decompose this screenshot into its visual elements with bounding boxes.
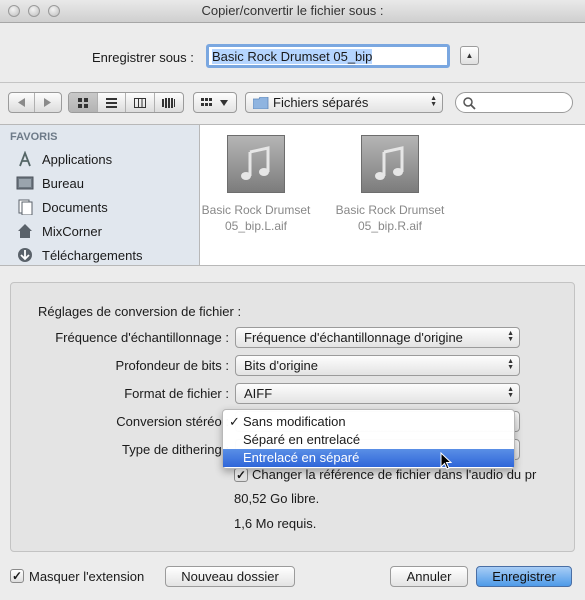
- favorites-heading: FAVORIS: [10, 131, 58, 143]
- mouse-cursor-icon: [440, 452, 452, 470]
- back-arrow-icon: [17, 98, 25, 107]
- file-name-line: 05_bip.L.aif: [224, 219, 288, 233]
- required-space-text: 1,6 Mo requis.: [234, 516, 317, 531]
- sidebar-item-label: MixCorner: [42, 223, 102, 239]
- menu-item-label: Sans modification: [243, 414, 346, 429]
- sidebar-item-telechargements[interactable]: Téléchargements: [16, 244, 142, 265]
- filename-input[interactable]: Basic Rock Drumset 05_bip: [206, 44, 450, 68]
- updown-arrows-icon: ▲ ▼: [507, 330, 514, 343]
- stereo-conversion-label: Conversion stéréo :: [116, 414, 229, 429]
- search-field[interactable]: [455, 92, 573, 113]
- coverflow-view-button[interactable]: [155, 93, 183, 112]
- checkmark-icon: ✓: [229, 414, 240, 429]
- bit-depth-popup[interactable]: Bits d'origine ▲ ▼: [235, 355, 520, 376]
- desktop-icon: [16, 176, 34, 190]
- forward-arrow-icon: [44, 98, 51, 107]
- icon-grid-icon: [77, 97, 88, 108]
- sample-rate-value: Fréquence d'échantillonnage d'origine: [244, 330, 463, 345]
- bit-depth-value: Bits d'origine: [244, 358, 319, 373]
- sidebar-item-label: Bureau: [42, 175, 84, 191]
- menu-item-label: Entrelacé en séparé: [243, 450, 360, 465]
- sidebar: FAVORIS Applications Bureau Documents Mi…: [0, 124, 200, 265]
- menu-item-sans-modification[interactable]: ✓ Sans modification: [223, 413, 514, 431]
- coverflow-icon: [162, 97, 176, 108]
- column-view-button[interactable]: [126, 93, 155, 112]
- hide-extension-checkbox[interactable]: ✓: [10, 569, 24, 583]
- menu-item-entrelace-en-separe[interactable]: Entrelacé en séparé: [223, 449, 514, 467]
- sidebar-item-documents[interactable]: Documents: [16, 196, 108, 218]
- hide-extension-label: Masquer l'extension: [29, 569, 145, 584]
- window-title: Copier/convertir le fichier sous :: [201, 3, 384, 18]
- navigation-segment: [8, 92, 62, 113]
- arrange-popup[interactable]: [193, 92, 237, 113]
- file-browser: Basic Rock Drumset 05_bip.L.aif Basic Ro…: [200, 124, 585, 265]
- home-icon: [18, 224, 32, 238]
- forward-button[interactable]: [35, 93, 61, 112]
- new-folder-button[interactable]: Nouveau dossier: [165, 566, 295, 587]
- collapse-dialog-button[interactable]: ▲: [460, 46, 479, 65]
- browser-divider: [0, 265, 585, 266]
- file-format-label: Format de fichier :: [124, 386, 229, 401]
- change-reference-label: Changer la référence de fichier dans l'a…: [252, 467, 537, 482]
- file-format-value: AIFF: [244, 386, 273, 401]
- list-icon: [105, 97, 117, 108]
- filename-value: Basic Rock Drumset 05_bip: [212, 49, 373, 64]
- title-bar: Copier/convertir le fichier sous :: [0, 0, 585, 23]
- location-popup[interactable]: Fichiers séparés ▲ ▼: [245, 92, 443, 113]
- file-name-line: Basic Rock Drumset: [201, 203, 311, 217]
- sidebar-item-bureau[interactable]: Bureau: [16, 172, 84, 194]
- free-space-text: 80,52 Go libre.: [234, 491, 320, 506]
- chevron-up-icon: ▲: [465, 51, 474, 60]
- updown-arrows-icon: ▲ ▼: [430, 95, 437, 108]
- arrange-grid-icon: [201, 98, 212, 106]
- audio-file-icon: [227, 135, 285, 193]
- sidebar-item-label: Téléchargements: [42, 247, 143, 263]
- dithering-label: Type de dithering :: [122, 442, 229, 457]
- change-reference-checkbox[interactable]: ✓: [234, 468, 248, 482]
- updown-arrows-icon: ▲ ▼: [507, 386, 514, 399]
- icon-view-button[interactable]: [69, 93, 98, 112]
- columns-icon: [133, 97, 146, 108]
- cancel-button[interactable]: Annuler: [390, 566, 468, 587]
- audio-file-icon: [361, 135, 419, 193]
- file-item-left[interactable]: Basic Rock Drumset 05_bip.L.aif: [196, 135, 316, 234]
- applications-icon: [19, 151, 31, 167]
- menu-item-separe-en-entrelace[interactable]: Séparé en entrelacé: [223, 431, 514, 449]
- bit-depth-label: Profondeur de bits :: [115, 358, 229, 373]
- options-title: Réglages de conversion de fichier :: [38, 304, 242, 319]
- file-format-popup[interactable]: AIFF ▲ ▼: [235, 383, 520, 404]
- search-icon: [463, 97, 476, 110]
- save-as-label: Enregistrer sous :: [92, 50, 194, 65]
- sidebar-item-label: Documents: [42, 199, 108, 215]
- stereo-conversion-menu: ✓ Sans modification Séparé en entrelacé …: [222, 409, 515, 469]
- back-button[interactable]: [9, 93, 36, 112]
- documents-icon: [18, 199, 33, 215]
- save-button[interactable]: Enregistrer: [476, 566, 572, 587]
- downloads-icon: [18, 248, 32, 262]
- sample-rate-popup[interactable]: Fréquence d'échantillonnage d'origine ▲ ▼: [235, 327, 520, 348]
- sidebar-item-mixcorner[interactable]: MixCorner: [16, 220, 102, 242]
- sidebar-item-applications[interactable]: Applications: [16, 148, 112, 170]
- file-item-right[interactable]: Basic Rock Drumset 05_bip.R.aif: [330, 135, 450, 234]
- sample-rate-label: Fréquence d'échantillonnage :: [55, 330, 229, 345]
- file-name-line: Basic Rock Drumset: [335, 203, 445, 217]
- folder-icon: [253, 97, 269, 109]
- updown-arrows-icon: ▲ ▼: [507, 358, 514, 371]
- chevron-down-icon: [220, 100, 228, 106]
- location-label: Fichiers séparés: [273, 95, 369, 110]
- save-dialog: Copier/convertir le fichier sous : Enreg…: [0, 0, 585, 600]
- menu-item-label: Séparé en entrelacé: [243, 432, 361, 447]
- list-view-button[interactable]: [98, 93, 126, 112]
- sidebar-item-label: Applications: [42, 151, 113, 167]
- file-name-line: 05_bip.R.aif: [357, 219, 423, 233]
- toolbar-divider: [0, 82, 585, 83]
- view-mode-segment: [68, 92, 184, 113]
